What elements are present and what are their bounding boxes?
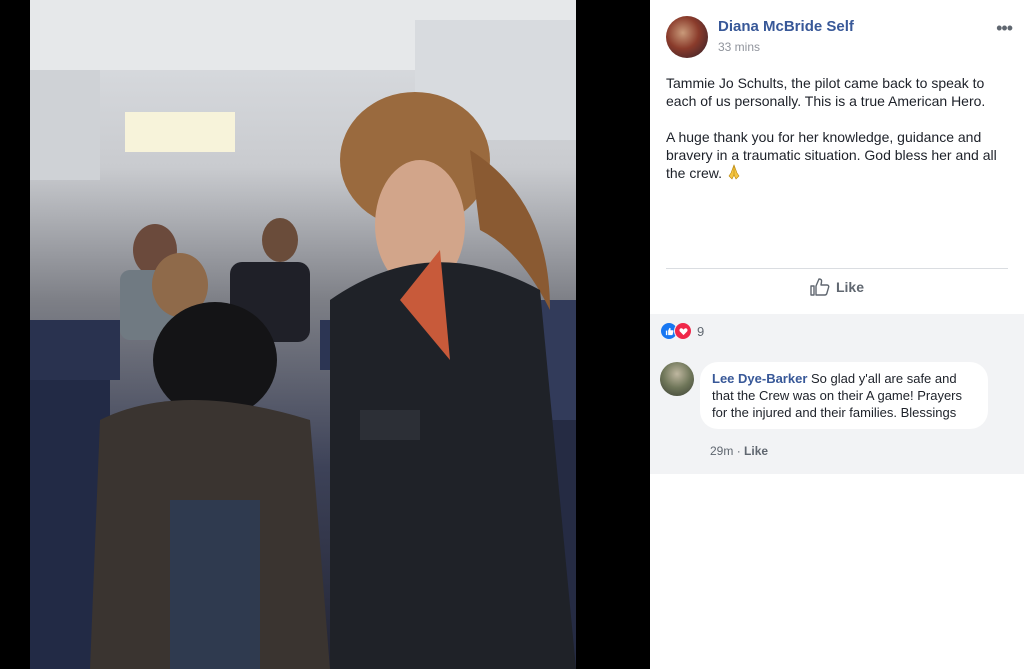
comment-author[interactable]: Lee Dye-Barker	[712, 371, 807, 386]
photo-illustration	[30, 0, 576, 669]
post-paragraph-1: Tammie Jo Schults, the pilot came back t…	[666, 75, 986, 109]
post-panel: Diana McBride Self 33 mins ••• Tammie Jo…	[650, 0, 1024, 669]
divider-top	[666, 268, 1008, 269]
comment-like-button[interactable]: Like	[744, 444, 768, 458]
like-button[interactable]: Like	[810, 278, 864, 296]
post-paragraph-2: A huge thank you for her knowledge, guid…	[666, 128, 1012, 182]
post-author-name[interactable]: Diana McBride Self	[718, 18, 854, 35]
praying-hands-icon	[726, 164, 742, 180]
comments-section: 9 Lee Dye-Barker So glad y'all are safe …	[650, 314, 1024, 474]
commenter-avatar[interactable]	[660, 362, 694, 396]
comment-time[interactable]: 29m	[710, 444, 733, 458]
comment-meta: 29m · Like	[710, 444, 768, 458]
post-header: Diana McBride Self 33 mins •••	[666, 14, 1013, 60]
post-body: Tammie Jo Schults, the pilot came back t…	[666, 74, 1012, 200]
like-button-label: Like	[835, 279, 864, 295]
post-timestamp[interactable]: 33 mins	[718, 40, 760, 54]
meta-separator: ·	[736, 444, 741, 458]
post-photo[interactable]	[30, 0, 576, 669]
reaction-count: 9	[697, 323, 705, 339]
reactions-summary[interactable]: 9	[660, 322, 704, 340]
author-avatar[interactable]	[666, 16, 708, 58]
post-paragraph-2-text: A huge thank you for her knowledge, guid…	[666, 129, 997, 181]
more-options-icon[interactable]: •••	[996, 18, 1013, 39]
comment-bubble: Lee Dye-Barker So glad y'all are safe an…	[700, 362, 988, 429]
thumbs-up-icon	[810, 278, 830, 296]
post-actions: Like	[650, 278, 1024, 304]
love-reaction-icon	[674, 322, 692, 340]
photo-viewer	[0, 0, 650, 669]
